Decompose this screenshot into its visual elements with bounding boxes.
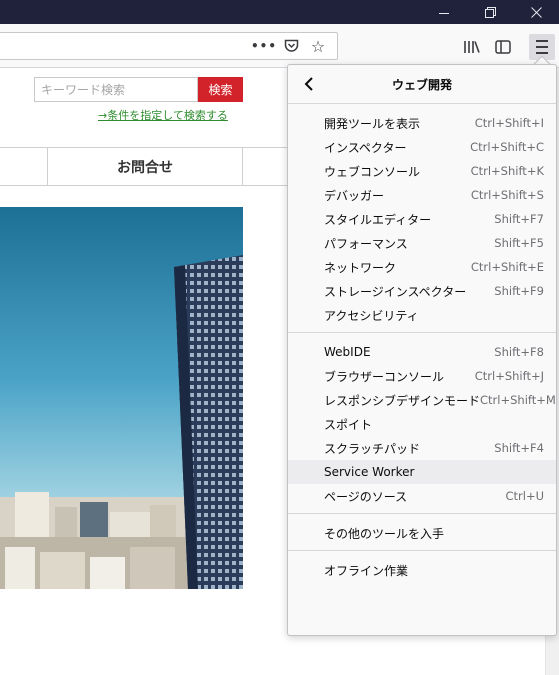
library-icon: [464, 41, 480, 53]
menu-item-label: スクラッチパッド: [324, 441, 421, 456]
menu-item-shortcut: Ctrl+Shift+I: [474, 116, 544, 130]
menu-item-label: インスペクター: [324, 140, 407, 155]
menu-item-label: ネットワーク: [324, 260, 397, 275]
minimize-icon: [439, 12, 449, 14]
restore-icon: [484, 6, 496, 18]
window-titlebar: [0, 0, 559, 24]
menu-item-web-console[interactable]: ウェブコンソール Ctrl+Shift+K: [288, 159, 556, 183]
menu-item-inspector[interactable]: インスペクター Ctrl+Shift+C: [288, 135, 556, 159]
menu-item-network[interactable]: ネットワーク Ctrl+Shift+E: [288, 255, 556, 279]
advanced-search-link[interactable]: →条件を指定して検索する: [98, 107, 228, 123]
star-icon: ☆: [310, 36, 326, 56]
bookmark-button[interactable]: ☆: [307, 35, 329, 57]
more-horizontal-icon: •••: [251, 39, 278, 53]
menu-item-label: その他のツールを入手: [324, 526, 445, 541]
menu-item-shortcut: Ctrl+Shift+J: [474, 369, 544, 383]
hamburger-menu-line: [536, 52, 548, 54]
hamburger-menu-icon: [536, 40, 548, 42]
menu-item-storage-inspector[interactable]: ストレージインスペクター Shift+F9: [288, 279, 556, 303]
menu-item-label: スポイト: [324, 417, 373, 432]
menu-item-shortcut: Ctrl+Shift+S: [470, 188, 544, 202]
back-button[interactable]: [298, 73, 320, 95]
web-developer-menu-panel: ウェブ開発 開発ツールを表示 Ctrl+Shift+I インスペクター Ctrl+S…: [287, 64, 557, 636]
close-window-button[interactable]: [513, 0, 559, 24]
menu-item-label: オフライン作業: [324, 563, 409, 578]
cityscape-photo: [0, 207, 243, 589]
menu-item-label: ページのソース: [324, 489, 408, 504]
menu-item-label: パフォーマンス: [324, 236, 408, 251]
pocket-button[interactable]: [280, 35, 302, 57]
menu-separator: [288, 332, 556, 333]
library-button[interactable]: [459, 35, 485, 59]
menu-item-label: WebIDE: [324, 345, 371, 359]
menu-item-label: デバッガー: [324, 188, 385, 203]
sidebar-button[interactable]: [490, 35, 516, 59]
menu-item-label: アクセシビリティ: [324, 308, 419, 323]
menu-item-toggle-tools[interactable]: 開発ツールを表示 Ctrl+Shift+I: [288, 111, 556, 135]
menu-item-performance[interactable]: パフォーマンス Shift+F5: [288, 231, 556, 255]
menu-item-label: スタイルエディター: [324, 212, 432, 227]
menu-item-get-more-tools[interactable]: その他のツールを入手: [288, 521, 556, 545]
nav-item-contact[interactable]: お問合せ: [48, 148, 242, 185]
back-arrow-icon: [304, 77, 313, 91]
page-actions-button[interactable]: •••: [251, 35, 278, 57]
menu-item-shortcut: Shift+F5: [494, 236, 544, 250]
menu-item-label: 開発ツールを表示: [324, 116, 421, 131]
menu-item-label: ブラウザーコンソール: [324, 369, 445, 384]
keyword-search-input[interactable]: [34, 77, 198, 102]
sidebar-icon: [495, 40, 511, 54]
panel-header: ウェブ開発: [288, 65, 556, 104]
menu-item-shortcut: Shift+F9: [494, 284, 544, 298]
menu-item-style-editor[interactable]: スタイルエディター Shift+F7: [288, 207, 556, 231]
restore-button[interactable]: [467, 0, 513, 24]
panel-title: ウェブ開発: [391, 78, 452, 92]
url-bar[interactable]: ••• ☆: [0, 32, 338, 60]
menu-item-debugger[interactable]: デバッガー Ctrl+Shift+S: [288, 183, 556, 207]
close-icon: [530, 6, 542, 18]
menu-separator: [288, 550, 556, 551]
menu-item-accessibility[interactable]: アクセシビリティ: [288, 303, 556, 327]
menu-item-shortcut: Ctrl+U: [505, 489, 544, 503]
hero-image: [0, 207, 243, 589]
menu-item-responsive-design[interactable]: レスポンシブデザインモード Ctrl+Shift+M: [288, 388, 556, 412]
menu-item-shortcut: Ctrl+Shift+E: [470, 260, 544, 274]
menu-item-page-source[interactable]: ページのソース Ctrl+U: [288, 484, 556, 508]
menu-item-service-worker[interactable]: Service Worker: [288, 460, 556, 484]
menu-item-label: Service Worker: [324, 465, 415, 479]
minimize-button[interactable]: [421, 0, 467, 24]
menu-item-webide[interactable]: WebIDE Shift+F8: [288, 340, 556, 364]
menu-item-shortcut: Shift+F8: [494, 345, 544, 359]
menu-item-eyedropper[interactable]: スポイト: [288, 412, 556, 436]
menu-item-shortcut: Shift+F7: [494, 212, 544, 226]
nav-divider: [242, 148, 243, 185]
menu-item-browser-console[interactable]: ブラウザーコンソール Ctrl+Shift+J: [288, 364, 556, 388]
menu-item-scratchpad[interactable]: スクラッチパッド Shift+F4: [288, 436, 556, 460]
pocket-icon: [284, 39, 298, 52]
menu-item-label: ウェブコンソール: [324, 164, 421, 179]
menu-item-work-offline[interactable]: オフライン作業: [288, 558, 556, 582]
menu-separator: [288, 513, 556, 514]
hamburger-menu-line: [536, 46, 548, 48]
menu-item-shortcut: Ctrl+Shift+C: [470, 140, 544, 154]
menu-item-label: ストレージインスペクター: [324, 284, 467, 299]
menu-item-shortcut: Shift+F4: [494, 441, 544, 455]
menu-item-label: レスポンシブデザインモード: [324, 393, 481, 408]
menu-item-shortcut: Ctrl+Shift+M: [480, 393, 556, 407]
menu-item-shortcut: Ctrl+Shift+K: [470, 164, 544, 178]
search-button[interactable]: 検索: [198, 77, 243, 102]
